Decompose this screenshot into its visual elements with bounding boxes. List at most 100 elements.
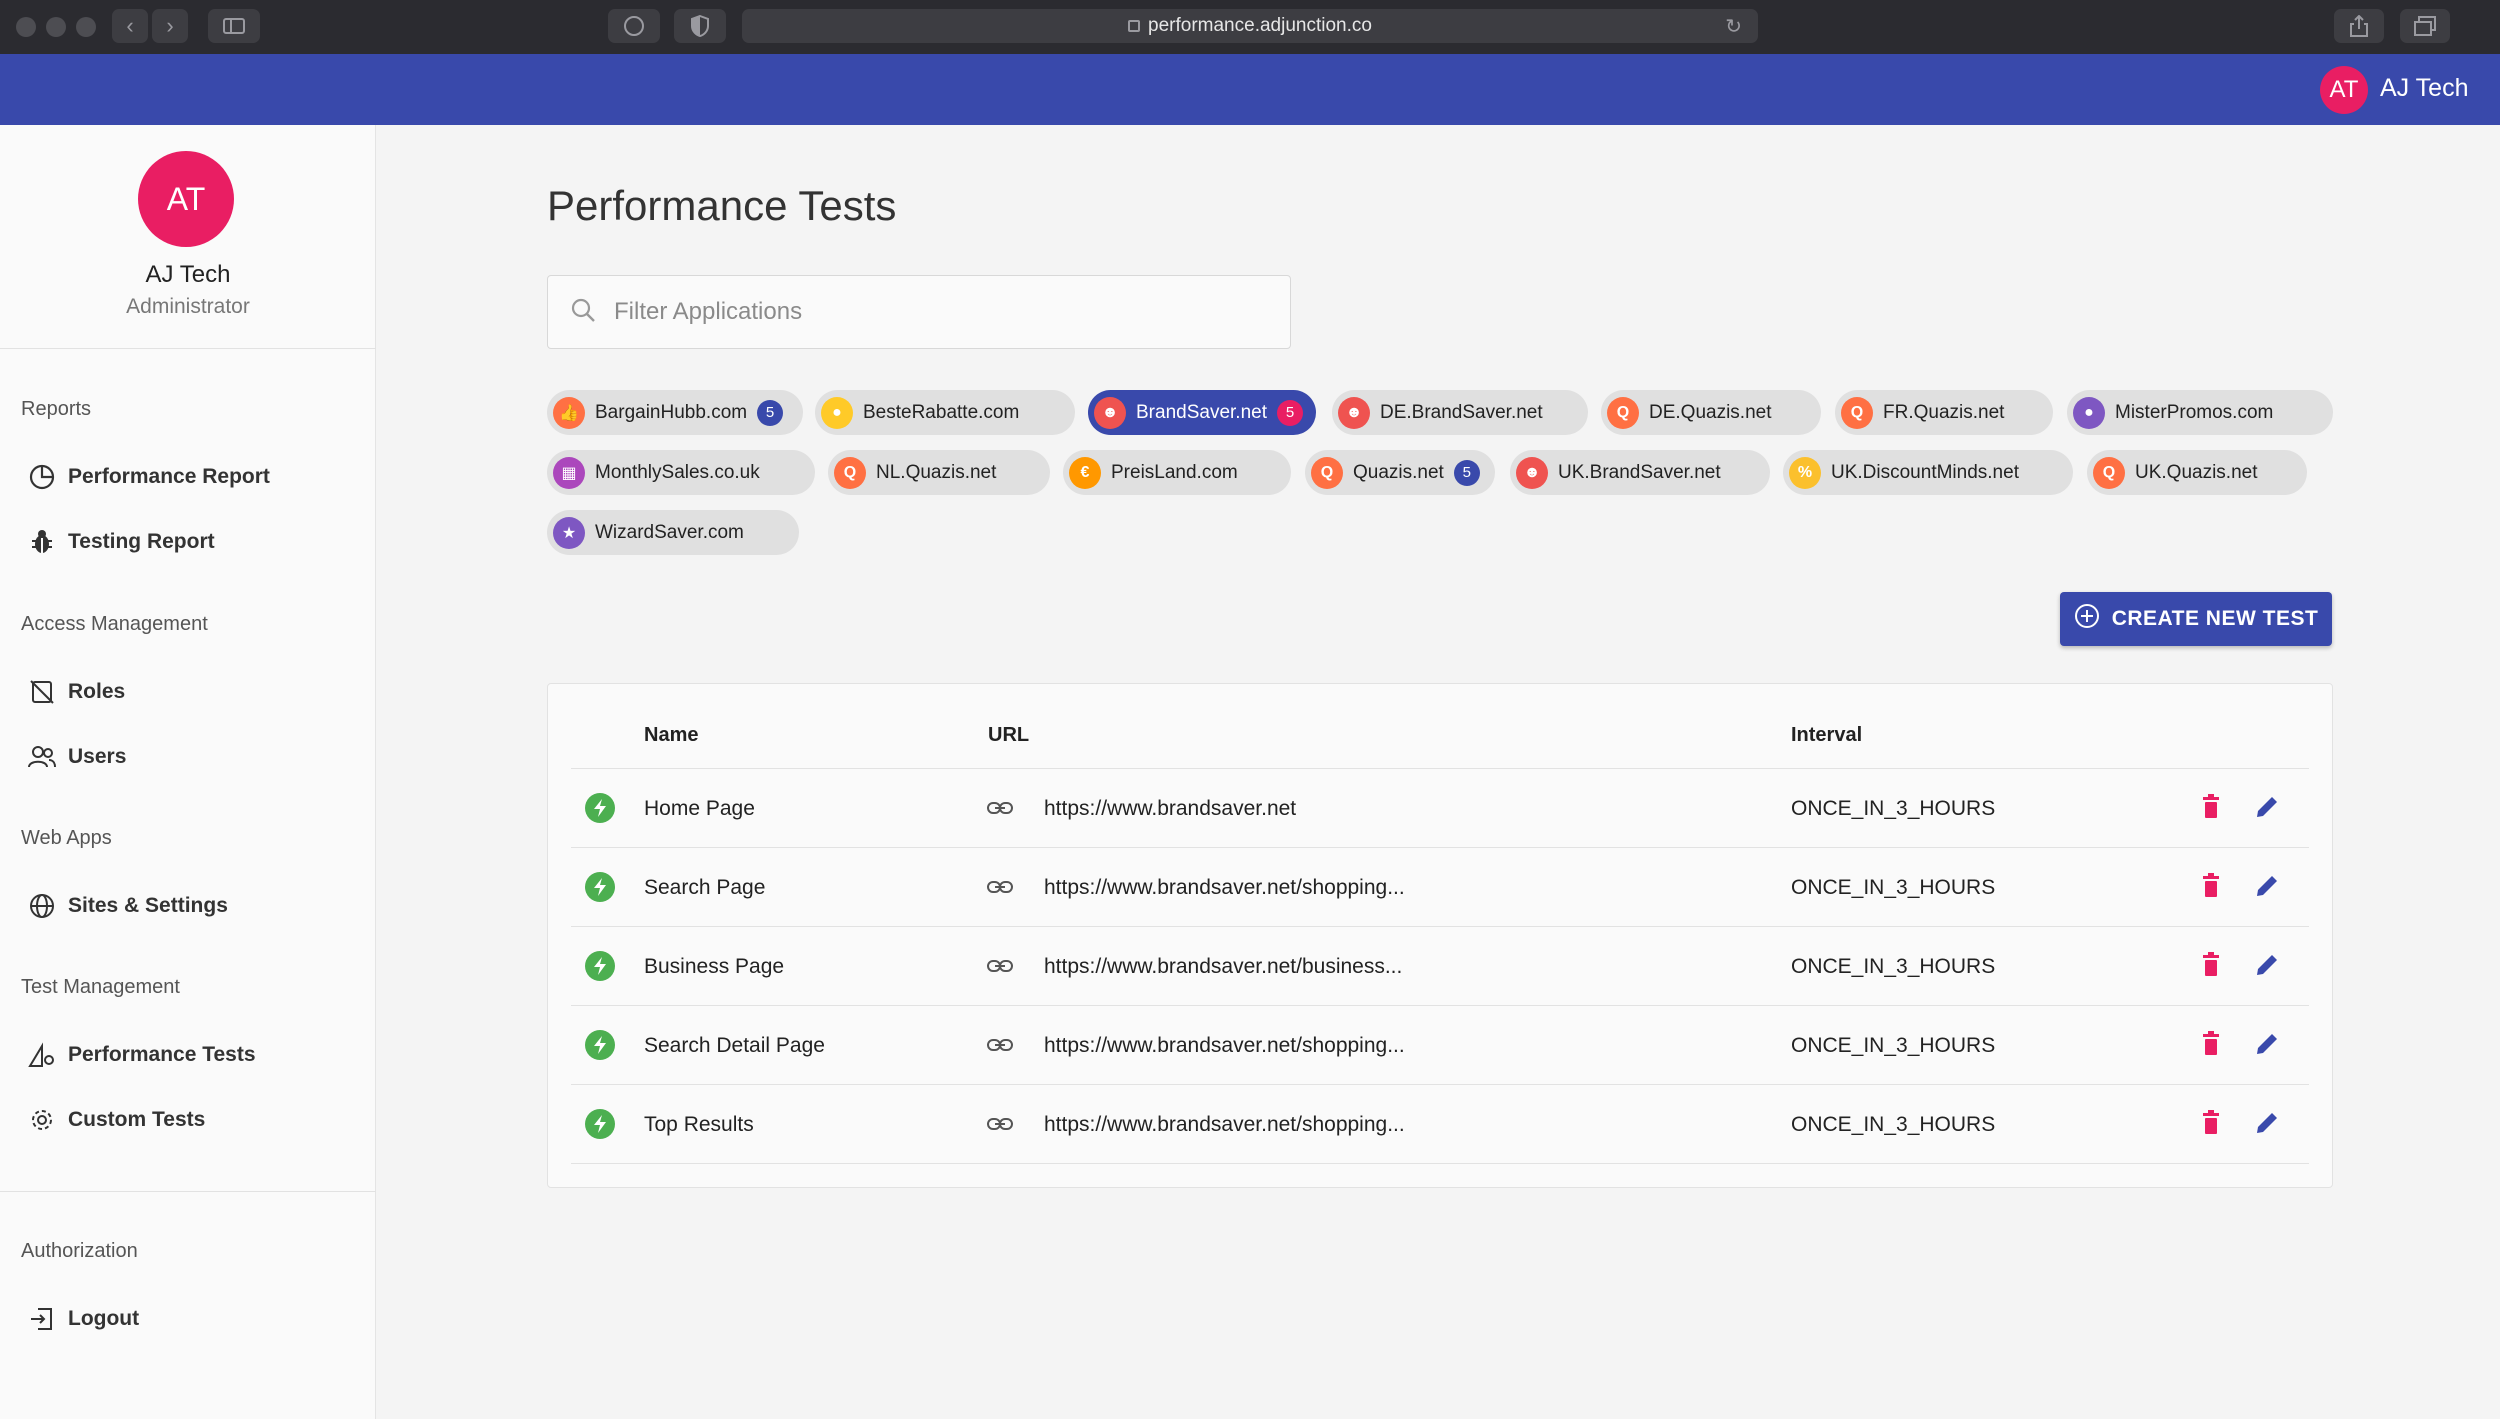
pie-chart-icon [28,463,56,491]
sidebar: AT AJ Tech Administrator Reports Perform… [0,125,376,1419]
app-chip[interactable]: ☻ DE.BrandSaver.net [1332,390,1588,435]
section-access-management: Access Management [21,613,208,635]
table-row: Search Detail Page https://www.brandsaver… [571,1005,2309,1084]
sidebar-item-performance-tests[interactable]: Performance Tests [28,1035,256,1075]
mascot-icon: ☻ [1338,396,1370,429]
app-chip[interactable]: ☻ UK.BrandSaver.net [1510,450,1770,495]
bolt-icon [585,951,615,981]
tabs-overview-button[interactable] [2400,9,2450,43]
app-chip-label: BrandSaver.net [1136,401,1267,423]
app-chip[interactable]: % UK.DiscountMinds.net [1783,450,2073,495]
edit-icon[interactable] [2254,873,2280,904]
test-url[interactable]: https://www.brandsaver.net/shopping... [1044,1113,1405,1137]
test-url[interactable]: https://www.brandsaver.net/business... [1044,955,1402,979]
forward-button[interactable]: › [152,9,188,43]
ruler-gear-icon [28,1041,56,1069]
sidebar-item-label: Sites & Settings [68,894,228,917]
gear-icon [28,1106,56,1134]
delete-icon[interactable] [2201,1031,2221,1062]
app-chip[interactable]: 👍 BargainHubb.com 5 [547,390,803,435]
browser-toolbar: ‹ › performance.adjunction.co ↻ [0,0,2500,54]
hat-icon: ● [2073,396,2105,429]
app-chip[interactable]: ● BesteRabatte.com [815,390,1075,435]
thumbs-up-icon: 👍 [553,396,585,429]
sidebar-item-testing-report[interactable]: Testing Report [28,522,215,562]
sidebar-toggle-button[interactable] [208,9,260,43]
search-q-icon: Q [1311,456,1343,489]
sidebar-item-logout[interactable]: Logout [28,1299,139,1339]
sidebar-item-roles[interactable]: Roles [28,672,125,712]
sidebar-item-sites-settings[interactable]: Sites & Settings [28,886,228,926]
edit-icon[interactable] [2254,1031,2280,1062]
table-row: Search Page https://www.brandsaver.net/sh… [571,847,2309,926]
sidebar-item-label: Users [68,745,127,768]
app-chip[interactable]: Q NL.Quazis.net [828,450,1050,495]
app-chip[interactable]: Q DE.Quazis.net [1601,390,1821,435]
profile-avatar: AT [138,151,234,247]
sidebar-item-custom-tests[interactable]: Custom Tests [28,1100,205,1140]
sidebar-item-users[interactable]: Users [28,737,126,777]
delete-icon[interactable] [2201,952,2221,983]
sidebar-item-performance-report[interactable]: Performance Report [28,457,270,497]
test-url[interactable]: https://www.brandsaver.net/shopping... [1044,1034,1405,1058]
app-chip-label: NL.Quazis.net [876,461,997,483]
edit-icon[interactable] [2254,794,2280,825]
app-chip[interactable]: ▦ MonthlySales.co.uk [547,450,815,495]
address-bar[interactable]: performance.adjunction.co ↻ [742,9,1758,43]
table-row: Business Page https://www.brandsaver.net/… [571,926,2309,1005]
app-chip[interactable]: ● MisterPromos.com [2067,390,2333,435]
app-chip[interactable]: ☻ BrandSaver.net 5 [1088,390,1316,435]
lock-icon [1128,20,1141,32]
privacy-button[interactable] [608,9,660,43]
section-reports: Reports [21,398,92,420]
test-name: Search Page [644,876,766,899]
count-badge: 5 [1276,399,1303,426]
link-icon [986,1033,1014,1062]
test-interval: ONCE_IN_3_HOURS [1791,797,1996,820]
create-new-test-button[interactable]: CREATE NEW TEST [2060,592,2332,646]
page-title: Performance Tests [547,182,897,229]
app-chip[interactable]: ★ WizardSaver.com [547,510,799,555]
delete-icon[interactable] [2201,794,2221,825]
app-chip[interactable]: Q Quazis.net 5 [1305,450,1495,495]
sidebar-item-label: Custom Tests [68,1108,206,1131]
search-q-icon: Q [2093,456,2125,489]
table-row: Top Results https://www.brandsaver.net/sh… [571,1084,2309,1163]
sidebar-item-label: Performance Tests [68,1043,256,1066]
filter-field[interactable] [547,275,1291,349]
header-name: Name [644,724,699,746]
link-icon [986,796,1014,825]
window-zoom-button[interactable] [76,17,96,37]
app-chip-label: WizardSaver.com [595,521,744,543]
delete-icon[interactable] [2201,873,2221,904]
test-url[interactable]: https://www.brandsaver.net/shopping... [1044,876,1405,900]
app-chip[interactable]: € PreisLand.com [1063,450,1291,495]
edit-icon[interactable] [2254,1110,2280,1141]
app-chip-label: UK.DiscountMinds.net [1831,461,2019,483]
link-icon [986,1112,1014,1141]
bolt-icon [585,1109,615,1139]
user-avatar[interactable]: AT [2320,66,2368,114]
section-web-apps: Web Apps [21,827,112,849]
delete-icon[interactable] [2201,1110,2221,1141]
edit-icon[interactable] [2254,952,2280,983]
shield-button[interactable] [674,9,726,43]
back-button[interactable]: ‹ [112,9,148,43]
window-minimize-button[interactable] [46,17,66,37]
filter-input[interactable] [614,298,1254,326]
user-name[interactable]: AJ Tech [2380,74,2468,103]
reload-icon[interactable]: ↻ [1725,14,1742,39]
test-url[interactable]: https://www.brandsaver.net [1044,797,1296,821]
window-close-button[interactable] [16,17,36,37]
share-button[interactable] [2334,9,2384,43]
count-badge: 5 [1453,459,1480,486]
test-name: Home Page [644,797,755,820]
header-url: URL [988,724,1030,746]
shopping-bag-icon: ● [821,396,853,429]
bug-icon [28,528,56,556]
sidebar-item-label: Logout [68,1307,140,1330]
app-chip[interactable]: Q FR.Quazis.net [1835,390,2053,435]
bolt-icon [585,1030,615,1060]
app-chip[interactable]: Q UK.Quazis.net [2087,450,2307,495]
app-chip-label: DE.BrandSaver.net [1380,401,1543,423]
